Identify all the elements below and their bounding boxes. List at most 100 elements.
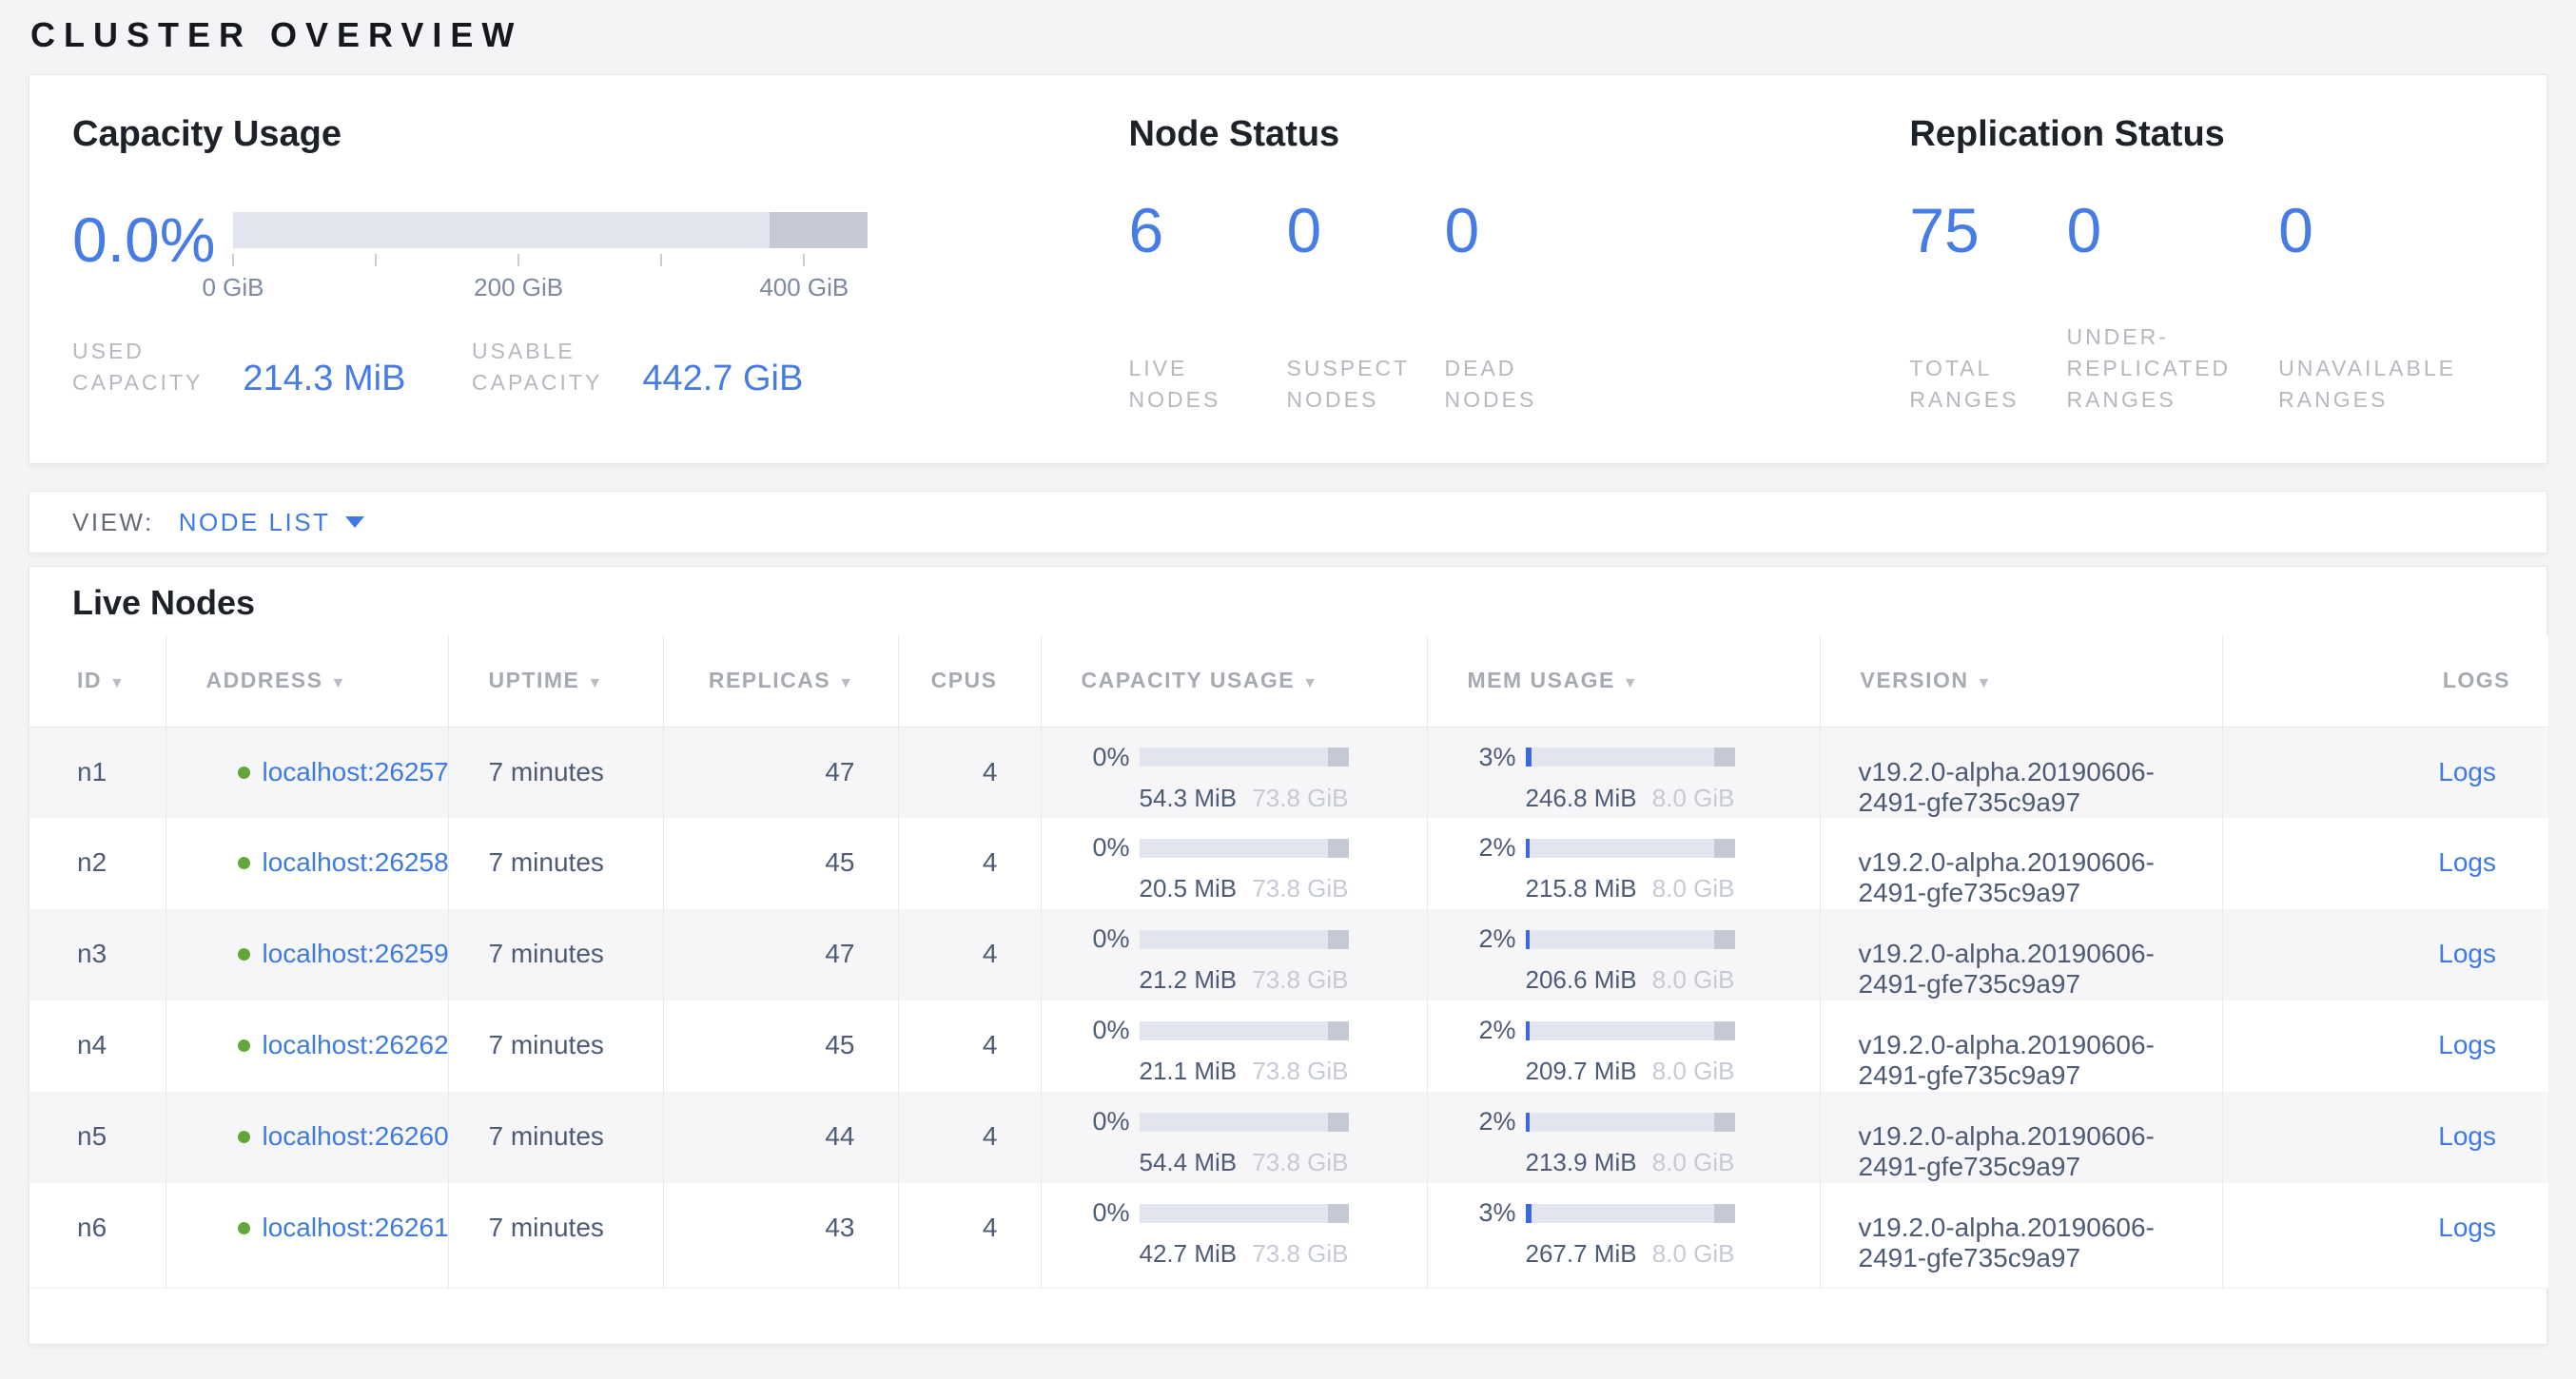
cell-logs: Logs <box>2222 1183 2548 1274</box>
cell-logs: Logs <box>2222 1092 2548 1183</box>
logs-link[interactable]: Logs <box>2438 1121 2496 1151</box>
mem-percent-label: 3% <box>1471 1198 1516 1228</box>
dead-nodes-stat: 0 DEAD NODES <box>1445 199 1603 417</box>
suspect-nodes-stat: 0 SUSPECT NODES <box>1287 199 1445 417</box>
usable-capacity-value: 442.7 GiB <box>642 360 803 397</box>
column-header-logs: LOGS <box>2222 635 2548 727</box>
mem-meter-bar <box>1526 1204 1735 1223</box>
column-header-mem[interactable]: MEM USAGE▼ <box>1427 635 1820 727</box>
unavailable-ranges-label: UNAVAILABLE RANGES <box>2278 353 2456 417</box>
capacity-meter-bar <box>1140 839 1349 858</box>
table-row: n2 localhost:26258 7 minutes 45 4 0% 20.… <box>29 818 2548 909</box>
cell-node-id: n3 <box>29 909 166 1000</box>
node-status-heading: Node Status <box>1129 113 1910 157</box>
cell-version: v19.2.0-alpha.20190606-2491-gfe735c9a97 <box>1820 1000 2222 1092</box>
page-title: CLUSTER OVERVIEW <box>29 0 2547 74</box>
cell-address: localhost:26257 <box>166 727 448 818</box>
column-header-label: REPLICAS <box>709 668 830 692</box>
mem-percent-label: 3% <box>1471 743 1516 772</box>
address-link[interactable]: localhost:26262 <box>263 1030 449 1059</box>
column-header-version[interactable]: VERSION ▼ <box>1820 635 2222 727</box>
address-link[interactable]: localhost:26258 <box>263 847 449 877</box>
logs-link[interactable]: Logs <box>2438 757 2496 787</box>
column-header-label: ID <box>77 668 102 692</box>
mem-used-value: 213.9 MiB <box>1526 1148 1637 1177</box>
cell-version: v19.2.0-alpha.20190606-2491-gfe735c9a97 <box>1820 1092 2222 1183</box>
cell-logs: Logs <box>2222 818 2548 909</box>
axis-tick-label: 200 GiB <box>474 273 563 302</box>
cell-node-id: n5 <box>29 1092 166 1183</box>
suspect-nodes-count: 0 <box>1287 199 1445 262</box>
column-header-id[interactable]: ID▼ <box>29 635 166 727</box>
address-link[interactable]: localhost:26257 <box>263 757 449 787</box>
capacity-bar <box>233 212 868 248</box>
table-footer-row <box>29 1274 2548 1288</box>
cell-node-id: n2 <box>29 818 166 909</box>
capacity-percent-label: 0% <box>1084 1198 1130 1228</box>
mem-total-value: 8.0 GiB <box>1652 784 1735 813</box>
address-link[interactable]: localhost:26259 <box>263 939 449 968</box>
logs-link[interactable]: Logs <box>2438 1030 2496 1059</box>
cluster-overview-page: CLUSTER OVERVIEW Capacity Usage 0.0% <box>0 0 2576 1345</box>
capacity-total-value: 73.8 GiB <box>1252 784 1348 813</box>
cell-capacity-usage: 0% 21.2 MiB 73.8 GiB <box>1041 909 1427 1000</box>
total-ranges-stat: 75 TOTAL RANGES <box>1909 199 2019 417</box>
usable-capacity-stat: USABLE CAPACITY 442.7 GiB <box>472 336 803 399</box>
mem-total-value: 8.0 GiB <box>1652 1057 1735 1086</box>
capacity-meter-bar <box>1140 748 1349 767</box>
mem-percent-label: 2% <box>1471 924 1516 954</box>
live-nodes-card: Live Nodes ID▼ADDRESS▼UPTIME▼REPLICAS▼CP… <box>29 566 2547 1345</box>
cell-logs: Logs <box>2222 1000 2548 1092</box>
view-mode-dropdown[interactable]: NODE LIST <box>179 508 365 537</box>
column-header-uptime[interactable]: UPTIME▼ <box>448 635 663 727</box>
mem-meter-bar <box>1526 1021 1735 1040</box>
capacity-axis: 0 GiB 200 GiB 400 GiB <box>233 254 868 303</box>
cell-address: localhost:26258 <box>166 818 448 909</box>
mem-used-value: 246.8 MiB <box>1526 784 1637 813</box>
column-header-replicas[interactable]: REPLICAS▼ <box>663 635 898 727</box>
live-status-icon <box>238 1039 250 1052</box>
cell-capacity-usage: 0% 54.3 MiB 73.8 GiB <box>1041 727 1427 818</box>
column-header-address[interactable]: ADDRESS▼ <box>166 635 448 727</box>
under-replicated-ranges-stat: 0 UNDER- REPLICATED RANGES <box>2066 199 2231 417</box>
capacity-total-value: 73.8 GiB <box>1252 1057 1348 1086</box>
address-link[interactable]: localhost:26260 <box>263 1121 449 1151</box>
capacity-total-value: 73.8 GiB <box>1252 965 1348 995</box>
view-mode-selected: NODE LIST <box>179 508 331 537</box>
column-header-capacity[interactable]: CAPACITY USAGE▼ <box>1041 635 1427 727</box>
cell-mem-usage: 3% 246.8 MiB 8.0 GiB <box>1427 727 1820 818</box>
capacity-used-value: 42.7 MiB <box>1140 1239 1238 1269</box>
cell-version: v19.2.0-alpha.20190606-2491-gfe735c9a97 <box>1820 909 2222 1000</box>
capacity-used-value: 54.4 MiB <box>1140 1148 1238 1177</box>
capacity-usage-heading: Capacity Usage <box>72 113 1129 157</box>
mem-meter-bar <box>1526 839 1735 858</box>
cell-cpus: 4 <box>898 1183 1041 1274</box>
logs-link[interactable]: Logs <box>2438 1213 2496 1242</box>
unavailable-ranges-stat: 0 UNAVAILABLE RANGES <box>2278 199 2456 417</box>
capacity-percent-label: 0% <box>1084 1107 1130 1136</box>
cell-cpus: 4 <box>898 1092 1041 1183</box>
logs-link[interactable]: Logs <box>2438 847 2496 877</box>
table-row: n4 localhost:26262 7 minutes 45 4 0% 21.… <box>29 1000 2548 1092</box>
cell-address: localhost:26262 <box>166 1000 448 1092</box>
cell-capacity-usage: 0% 21.1 MiB 73.8 GiB <box>1041 1000 1427 1092</box>
cell-replicas: 45 <box>663 1000 898 1092</box>
logs-link[interactable]: Logs <box>2438 939 2496 968</box>
live-status-icon <box>238 767 250 779</box>
mem-total-value: 8.0 GiB <box>1652 874 1735 903</box>
mem-used-value: 215.8 MiB <box>1526 874 1637 903</box>
sort-descending-icon: ▼ <box>1977 675 1993 691</box>
used-capacity-stat: USED CAPACITY 214.3 MiB <box>72 336 472 399</box>
cell-address: localhost:26259 <box>166 909 448 1000</box>
axis-tick <box>517 254 519 266</box>
cell-node-id: n1 <box>29 727 166 818</box>
axis-tick-label: 0 GiB <box>202 273 263 302</box>
address-link[interactable]: localhost:26261 <box>263 1213 449 1242</box>
cell-node-id: n4 <box>29 1000 166 1092</box>
live-nodes-heading: Live Nodes <box>72 582 2547 624</box>
cell-cpus: 4 <box>898 909 1041 1000</box>
column-header-label: VERSION <box>1861 668 1969 692</box>
cell-version: v19.2.0-alpha.20190606-2491-gfe735c9a97 <box>1820 727 2222 818</box>
capacity-used-percent: 0.0% <box>72 199 233 271</box>
chevron-down-icon <box>345 516 364 528</box>
